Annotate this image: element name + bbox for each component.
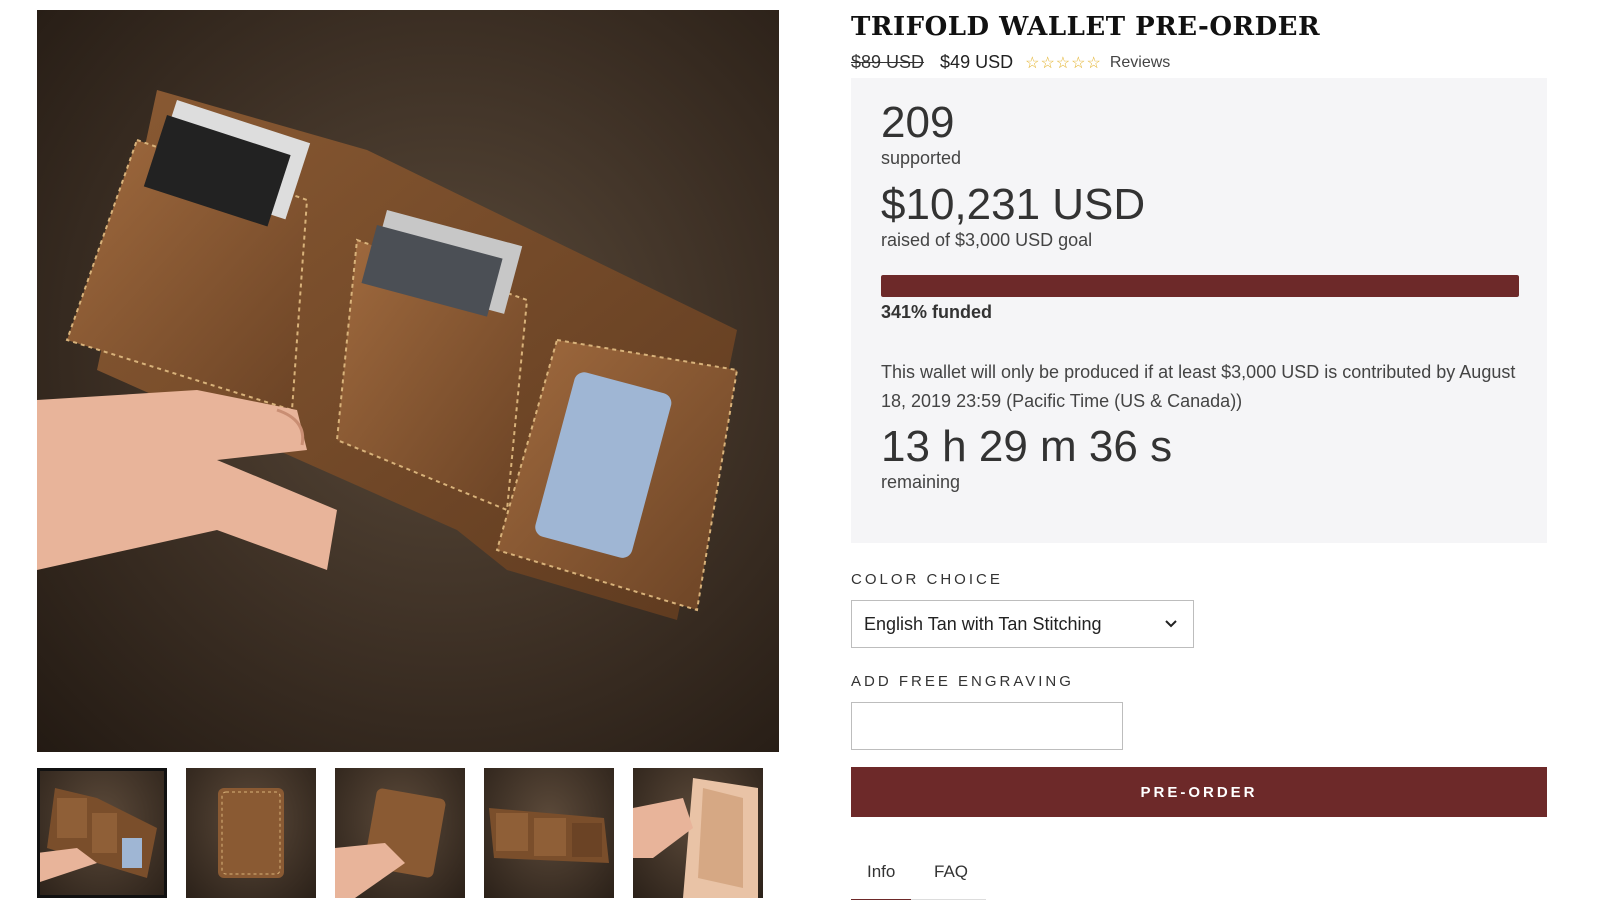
thumbnail-5[interactable] bbox=[633, 768, 763, 898]
supporters-label: supported bbox=[881, 148, 962, 168]
thumbnail-1[interactable] bbox=[37, 768, 167, 898]
rating-stars-icon[interactable]: ☆☆☆☆☆ bbox=[1025, 53, 1102, 73]
product-main-image[interactable] bbox=[37, 10, 779, 752]
countdown-label: remaining bbox=[881, 472, 961, 492]
color-select[interactable]: English Tan with Tan Stitching bbox=[851, 600, 1194, 648]
tab-info[interactable]: Info bbox=[850, 862, 912, 900]
raised-label: raised of $3,000 USD goal bbox=[881, 230, 1093, 250]
engraving-input[interactable] bbox=[851, 702, 1123, 750]
pre-order-button[interactable]: PRE-ORDER bbox=[851, 767, 1547, 817]
wallet-photo bbox=[37, 90, 739, 620]
original-price: $89 USD bbox=[851, 52, 925, 72]
supporters-count: 209 bbox=[881, 98, 955, 147]
tab-faq[interactable]: FAQ bbox=[934, 862, 968, 882]
product-title: TRIFOLD WALLET PRE-ORDER bbox=[851, 12, 1321, 42]
info-tabs: Info FAQ bbox=[850, 862, 986, 900]
funding-notice: This wallet will only be produced if at … bbox=[881, 362, 1516, 411]
price-row: $89 USD $49 USD ☆☆☆☆☆ Reviews bbox=[851, 52, 1170, 73]
thumbnail-4[interactable] bbox=[484, 768, 614, 898]
sale-price: $49 USD bbox=[940, 52, 1014, 72]
funded-percent: 341% funded bbox=[881, 302, 993, 322]
thumbnail-3[interactable] bbox=[335, 768, 465, 898]
funding-progress-bar bbox=[881, 275, 1519, 297]
raised-amount: $10,231 USD bbox=[881, 180, 1146, 229]
engraving-label: ADD FREE ENGRAVING bbox=[851, 673, 1074, 690]
funding-progress-fill bbox=[881, 275, 1519, 297]
color-selected-value: English Tan with Tan Stitching bbox=[864, 613, 1102, 634]
thumbnail-strip bbox=[37, 768, 779, 900]
color-choice-label: COLOR CHOICE bbox=[851, 571, 1003, 588]
crowdfunding-panel: 209 supported $10,231 USD raised of $3,0… bbox=[851, 78, 1547, 543]
countdown-timer: 13 h 29 m 36 s bbox=[881, 422, 1173, 471]
reviews-link[interactable]: Reviews bbox=[1110, 54, 1170, 72]
chevron-down-icon bbox=[1165, 620, 1177, 628]
thumbnail-2[interactable] bbox=[186, 768, 316, 898]
